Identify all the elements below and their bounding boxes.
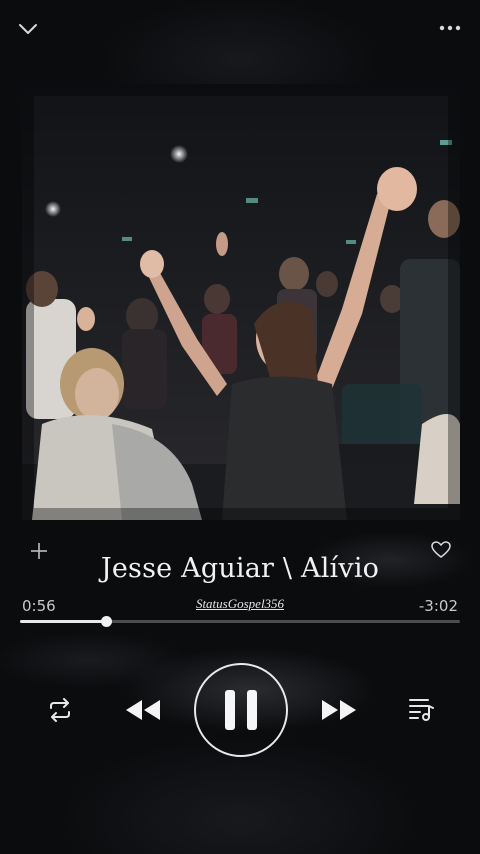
queue-icon[interactable] [408, 696, 436, 722]
elapsed-time: 0:56 [22, 597, 56, 615]
playback-controls [0, 660, 480, 760]
top-bar [0, 0, 480, 60]
pause-button[interactable] [193, 662, 289, 758]
more-options-icon[interactable] [438, 22, 462, 34]
rewind-icon[interactable] [124, 698, 162, 722]
progress-bar[interactable] [20, 616, 460, 627]
pause-icon [225, 690, 257, 730]
fast-forward-icon[interactable] [320, 698, 358, 722]
artist-handle[interactable]: StatusGospel356 [0, 596, 480, 612]
chevron-down-icon[interactable] [18, 22, 38, 36]
progress-knob[interactable] [100, 616, 112, 627]
album-artwork [22, 84, 460, 520]
remaining-time: -3:02 [418, 597, 458, 615]
track-title: Jesse Aguiar \ Alívio [100, 553, 380, 584]
progress-fill [20, 620, 106, 623]
repeat-icon[interactable] [46, 698, 74, 722]
artwork-image [22, 84, 460, 520]
